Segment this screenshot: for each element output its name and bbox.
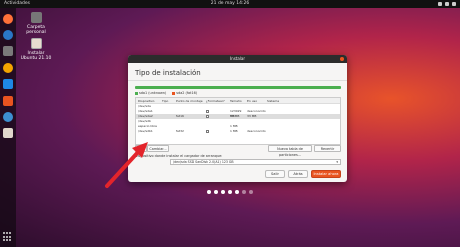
volume-icon	[445, 2, 449, 6]
cell-size: 33 MB	[230, 114, 240, 118]
firefox-icon[interactable]	[3, 14, 13, 24]
column-header[interactable]: Tamaño	[230, 98, 247, 103]
legend-item: sda2 (fat16)	[172, 91, 197, 95]
bootloader-select[interactable]: /dev/sda SSD SanDisk 2.0(A1) 123 GB ▾	[170, 159, 341, 165]
format-checkbox[interactable]	[206, 129, 230, 134]
progress-dot	[228, 190, 232, 194]
cell-type: fat32	[176, 129, 184, 133]
rhythmbox-icon[interactable]	[3, 63, 13, 73]
top-bar: Actividades 21 de may 14:26	[0, 0, 460, 8]
progress-dot	[235, 190, 239, 194]
format-checkbox[interactable]	[206, 114, 230, 119]
chevron-down-icon: ▾	[336, 160, 338, 164]
close-icon[interactable]	[340, 57, 344, 61]
desktop-icon-label: Instalar Ubuntu 21.10	[20, 51, 52, 61]
apps-grid-icon[interactable]	[3, 232, 13, 242]
partition-bar	[135, 86, 341, 89]
network-icon	[438, 2, 442, 6]
power-icon	[452, 2, 456, 6]
installer-window: Instalar Tipo de instalación sda1 (unkno…	[128, 55, 347, 182]
column-header[interactable]: Dispositivo	[136, 98, 162, 103]
progress-dot	[249, 190, 253, 194]
cell-type: fat16	[176, 114, 184, 118]
back-button[interactable]: Atrás	[288, 170, 308, 178]
table-row[interactable]: /dev/sdb1 fat32 1 MB desconocido	[136, 129, 340, 134]
progress-dot	[214, 190, 218, 194]
help-icon[interactable]	[3, 112, 13, 122]
software-icon[interactable]	[3, 96, 13, 106]
partition-table[interactable]: Dispositivo Tipo Punto de montaje ¿Forma…	[135, 97, 341, 145]
column-header[interactable]: En uso	[247, 98, 267, 103]
progress-dot	[221, 190, 225, 194]
files-icon[interactable]	[3, 46, 13, 56]
column-header[interactable]: Punto de montaje	[176, 98, 206, 103]
install-now-button[interactable]: Instalar ahora	[311, 170, 341, 178]
cell-used: 33 MB	[247, 114, 257, 118]
progress-dots	[0, 190, 460, 194]
cell-used: desconocido	[247, 129, 266, 133]
progress-dot	[207, 190, 211, 194]
cell-device: /dev/sdb1	[138, 129, 153, 133]
partition-legend: sda1 (unknown) sda2 (fat16)	[135, 91, 197, 95]
page-title: Tipo de instalación	[135, 69, 201, 77]
bootloader-value: /dev/sda SSD SanDisk 2.0(A1) 123 GB	[173, 160, 234, 164]
column-header[interactable]: Tipo	[162, 98, 176, 103]
clock[interactable]: 21 de may 14:26	[0, 0, 460, 8]
column-header[interactable]: ¿Formatear?	[206, 98, 230, 103]
installer-icon[interactable]	[3, 128, 13, 138]
dock	[0, 8, 16, 247]
column-header[interactable]: Sistema	[267, 98, 297, 103]
divider	[128, 80, 347, 81]
libreoffice-writer-icon[interactable]	[3, 79, 13, 89]
revert-button[interactable]: Revertir	[314, 145, 341, 152]
progress-dot	[242, 190, 246, 194]
installer-icon	[30, 38, 42, 49]
legend-item: sda1 (unknown)	[135, 91, 166, 95]
window-title: Instalar	[229, 56, 246, 61]
desktop-icon-home[interactable]: Carpeta personal	[19, 12, 53, 35]
desktop-icon-installer[interactable]: Instalar Ubuntu 21.10	[19, 38, 53, 61]
annotation-arrow-icon	[105, 142, 148, 188]
desktop-icon-label: Carpeta personal	[26, 25, 46, 35]
system-tray[interactable]	[438, 0, 456, 6]
thunderbird-icon[interactable]	[3, 30, 13, 40]
window-titlebar[interactable]: Instalar	[128, 55, 347, 63]
new-partition-table-button[interactable]: Nueva tabla de particiones...	[268, 145, 312, 157]
quit-button[interactable]: Salir	[265, 170, 285, 178]
home-folder-icon	[30, 12, 42, 23]
cell-size: 1 MB	[230, 129, 238, 133]
